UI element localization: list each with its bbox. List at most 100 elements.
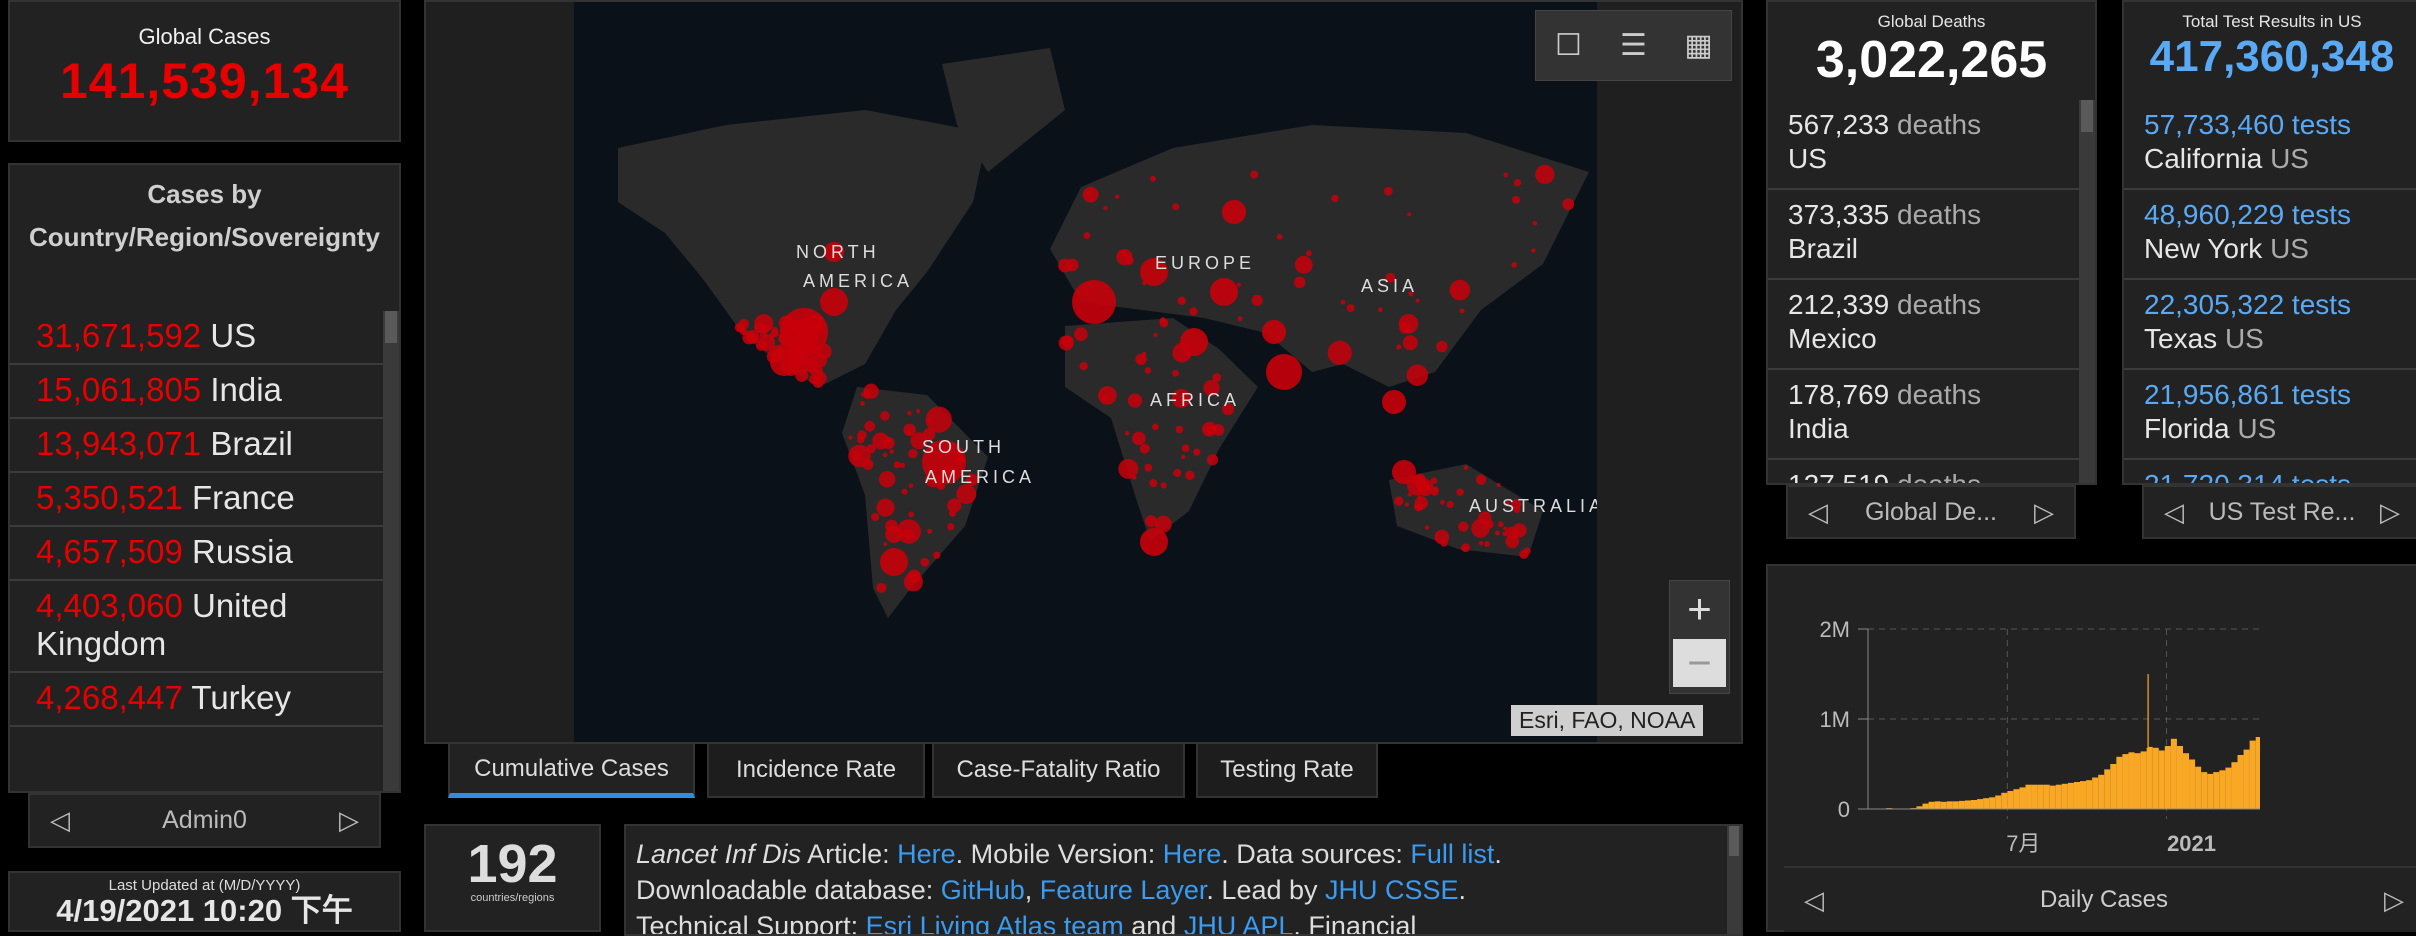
case-bubble[interactable]: [1294, 255, 1313, 274]
list-item[interactable]: 127,519 deaths: [1768, 460, 2079, 483]
deaths-list-scrollbar[interactable]: [2079, 100, 2095, 483]
case-bubble[interactable]: [876, 582, 887, 593]
tab-testing-rate[interactable]: Testing Rate: [1196, 744, 1378, 798]
case-bubble[interactable]: [1293, 276, 1306, 289]
case-bubble[interactable]: [893, 461, 901, 469]
prev-arrow-icon[interactable]: ◁: [2164, 497, 2184, 528]
tab-incidence-rate[interactable]: Incidence Rate: [707, 744, 925, 798]
tab-cumulative-cases[interactable]: Cumulative Cases: [448, 744, 695, 798]
case-bubble[interactable]: [903, 572, 923, 592]
info-link[interactable]: Here: [897, 839, 956, 869]
case-bubble[interactable]: [1072, 280, 1116, 324]
case-bubble[interactable]: [1210, 278, 1238, 306]
case-bubble[interactable]: [880, 548, 908, 576]
case-bubble[interactable]: [1399, 321, 1412, 334]
list-item[interactable]: 567,233 deaths US: [1768, 100, 2079, 190]
case-bubble[interactable]: [816, 368, 821, 374]
case-bubble[interactable]: [1212, 373, 1222, 382]
case-bubble[interactable]: [925, 406, 952, 433]
case-bubble[interactable]: [1140, 528, 1168, 556]
case-bubble[interactable]: [864, 420, 876, 432]
case-bubble[interactable]: [1116, 249, 1133, 266]
prev-arrow-icon[interactable]: ◁: [50, 805, 70, 836]
case-bubble[interactable]: [1135, 353, 1147, 366]
tests-list[interactable]: 57,733,460 tests California US 48,960,22…: [2124, 100, 2416, 483]
info-link[interactable]: Full list: [1410, 839, 1494, 869]
case-bubble[interactable]: [1114, 194, 1120, 199]
case-bubble[interactable]: [916, 409, 921, 414]
case-bubble[interactable]: [908, 449, 918, 459]
next-arrow-icon[interactable]: ▷: [2380, 497, 2400, 528]
scrollbar-thumb[interactable]: [2081, 100, 2093, 132]
info-link[interactable]: Here: [1163, 839, 1222, 869]
case-bubble[interactable]: [862, 459, 874, 471]
case-bubble[interactable]: [1058, 335, 1074, 351]
case-bubble[interactable]: [1177, 296, 1186, 306]
bookmark-icon[interactable]: ☐: [1536, 11, 1601, 80]
case-bubble[interactable]: [1074, 327, 1088, 342]
case-bubble[interactable]: [857, 430, 867, 441]
case-bubble[interactable]: [1327, 340, 1352, 365]
case-bubble[interactable]: [1103, 205, 1108, 211]
case-bubble[interactable]: [1058, 258, 1073, 273]
legend-list-icon[interactable]: ☰: [1601, 11, 1666, 80]
case-bubble[interactable]: [1172, 203, 1180, 211]
scrollbar-thumb[interactable]: [1729, 826, 1739, 856]
list-item[interactable]: 15,061,805 India: [10, 365, 383, 419]
case-bubble[interactable]: [889, 449, 894, 454]
cases-list-scrollbar[interactable]: [383, 311, 399, 791]
case-bubble[interactable]: [1079, 361, 1088, 371]
map-panel[interactable]: NORTH AMERICA EUROPE ASIA AFRICA SOUTH AMERICA…: [424, 0, 1743, 744]
case-bubble[interactable]: [742, 330, 756, 345]
case-bubble[interactable]: [899, 462, 905, 468]
case-bubble[interactable]: [1407, 212, 1412, 217]
case-bubble[interactable]: [1124, 430, 1130, 436]
case-bubble[interactable]: [1118, 458, 1139, 479]
case-bubble[interactable]: [1424, 525, 1430, 530]
case-bubble[interactable]: [754, 314, 774, 333]
case-bubble[interactable]: [1463, 465, 1469, 470]
case-bubble[interactable]: [1502, 531, 1508, 537]
scrollbar-thumb[interactable]: [385, 311, 397, 343]
case-bubble[interactable]: [1406, 364, 1429, 386]
next-arrow-icon[interactable]: ▷: [339, 805, 359, 836]
case-bubble[interactable]: [908, 483, 914, 489]
list-item[interactable]: 178,769 deaths India: [1768, 370, 2079, 460]
case-bubble[interactable]: [880, 411, 890, 421]
case-bubble[interactable]: [1185, 470, 1195, 481]
case-bubble[interactable]: [1149, 479, 1158, 488]
case-bubble[interactable]: [927, 528, 933, 534]
case-bubble[interactable]: [1189, 307, 1198, 316]
deaths-list[interactable]: 567,233 deaths US 373,335 deaths Brazil …: [1768, 100, 2079, 483]
case-bubble[interactable]: [1382, 390, 1406, 414]
case-bubble[interactable]: [770, 348, 798, 376]
case-bubble[interactable]: [771, 327, 779, 335]
case-bubble[interactable]: [1503, 172, 1509, 178]
next-arrow-icon[interactable]: ▷: [2384, 885, 2404, 916]
list-item[interactable]: 13,943,071 Brazil: [10, 419, 383, 473]
zoom-in-button[interactable]: +: [1670, 581, 1729, 636]
case-bubble[interactable]: [1531, 248, 1536, 253]
list-item[interactable]: 5,350,521 France: [10, 473, 383, 527]
case-bubble[interactable]: [947, 498, 962, 513]
case-bubble[interactable]: [812, 377, 824, 389]
case-bubble[interactable]: [1144, 367, 1152, 374]
case-bubble[interactable]: [1415, 298, 1420, 303]
case-bubble[interactable]: [1436, 340, 1448, 353]
list-item[interactable]: 21,956,861 tests Florida US: [2124, 370, 2416, 460]
case-bubble[interactable]: [1150, 175, 1156, 182]
info-scrollbar[interactable]: [1727, 826, 1741, 934]
case-bubble[interactable]: [1206, 454, 1219, 466]
case-bubble[interactable]: [870, 512, 880, 522]
case-bubble[interactable]: [1484, 540, 1491, 547]
case-bubble[interactable]: [866, 444, 876, 454]
list-item[interactable]: 21,720,314 tests: [2124, 460, 2416, 483]
case-bubble[interactable]: [1446, 500, 1454, 509]
case-bubble[interactable]: [907, 410, 912, 416]
case-bubble[interactable]: [1511, 262, 1518, 268]
case-bubble[interactable]: [1222, 200, 1246, 224]
cases-list[interactable]: 31,671,592 US 15,061,805 India 13,943,07…: [10, 311, 383, 791]
zoom-out-button[interactable]: −: [1673, 639, 1726, 687]
case-bubble[interactable]: [1266, 354, 1302, 390]
case-bubble[interactable]: [1497, 521, 1504, 528]
